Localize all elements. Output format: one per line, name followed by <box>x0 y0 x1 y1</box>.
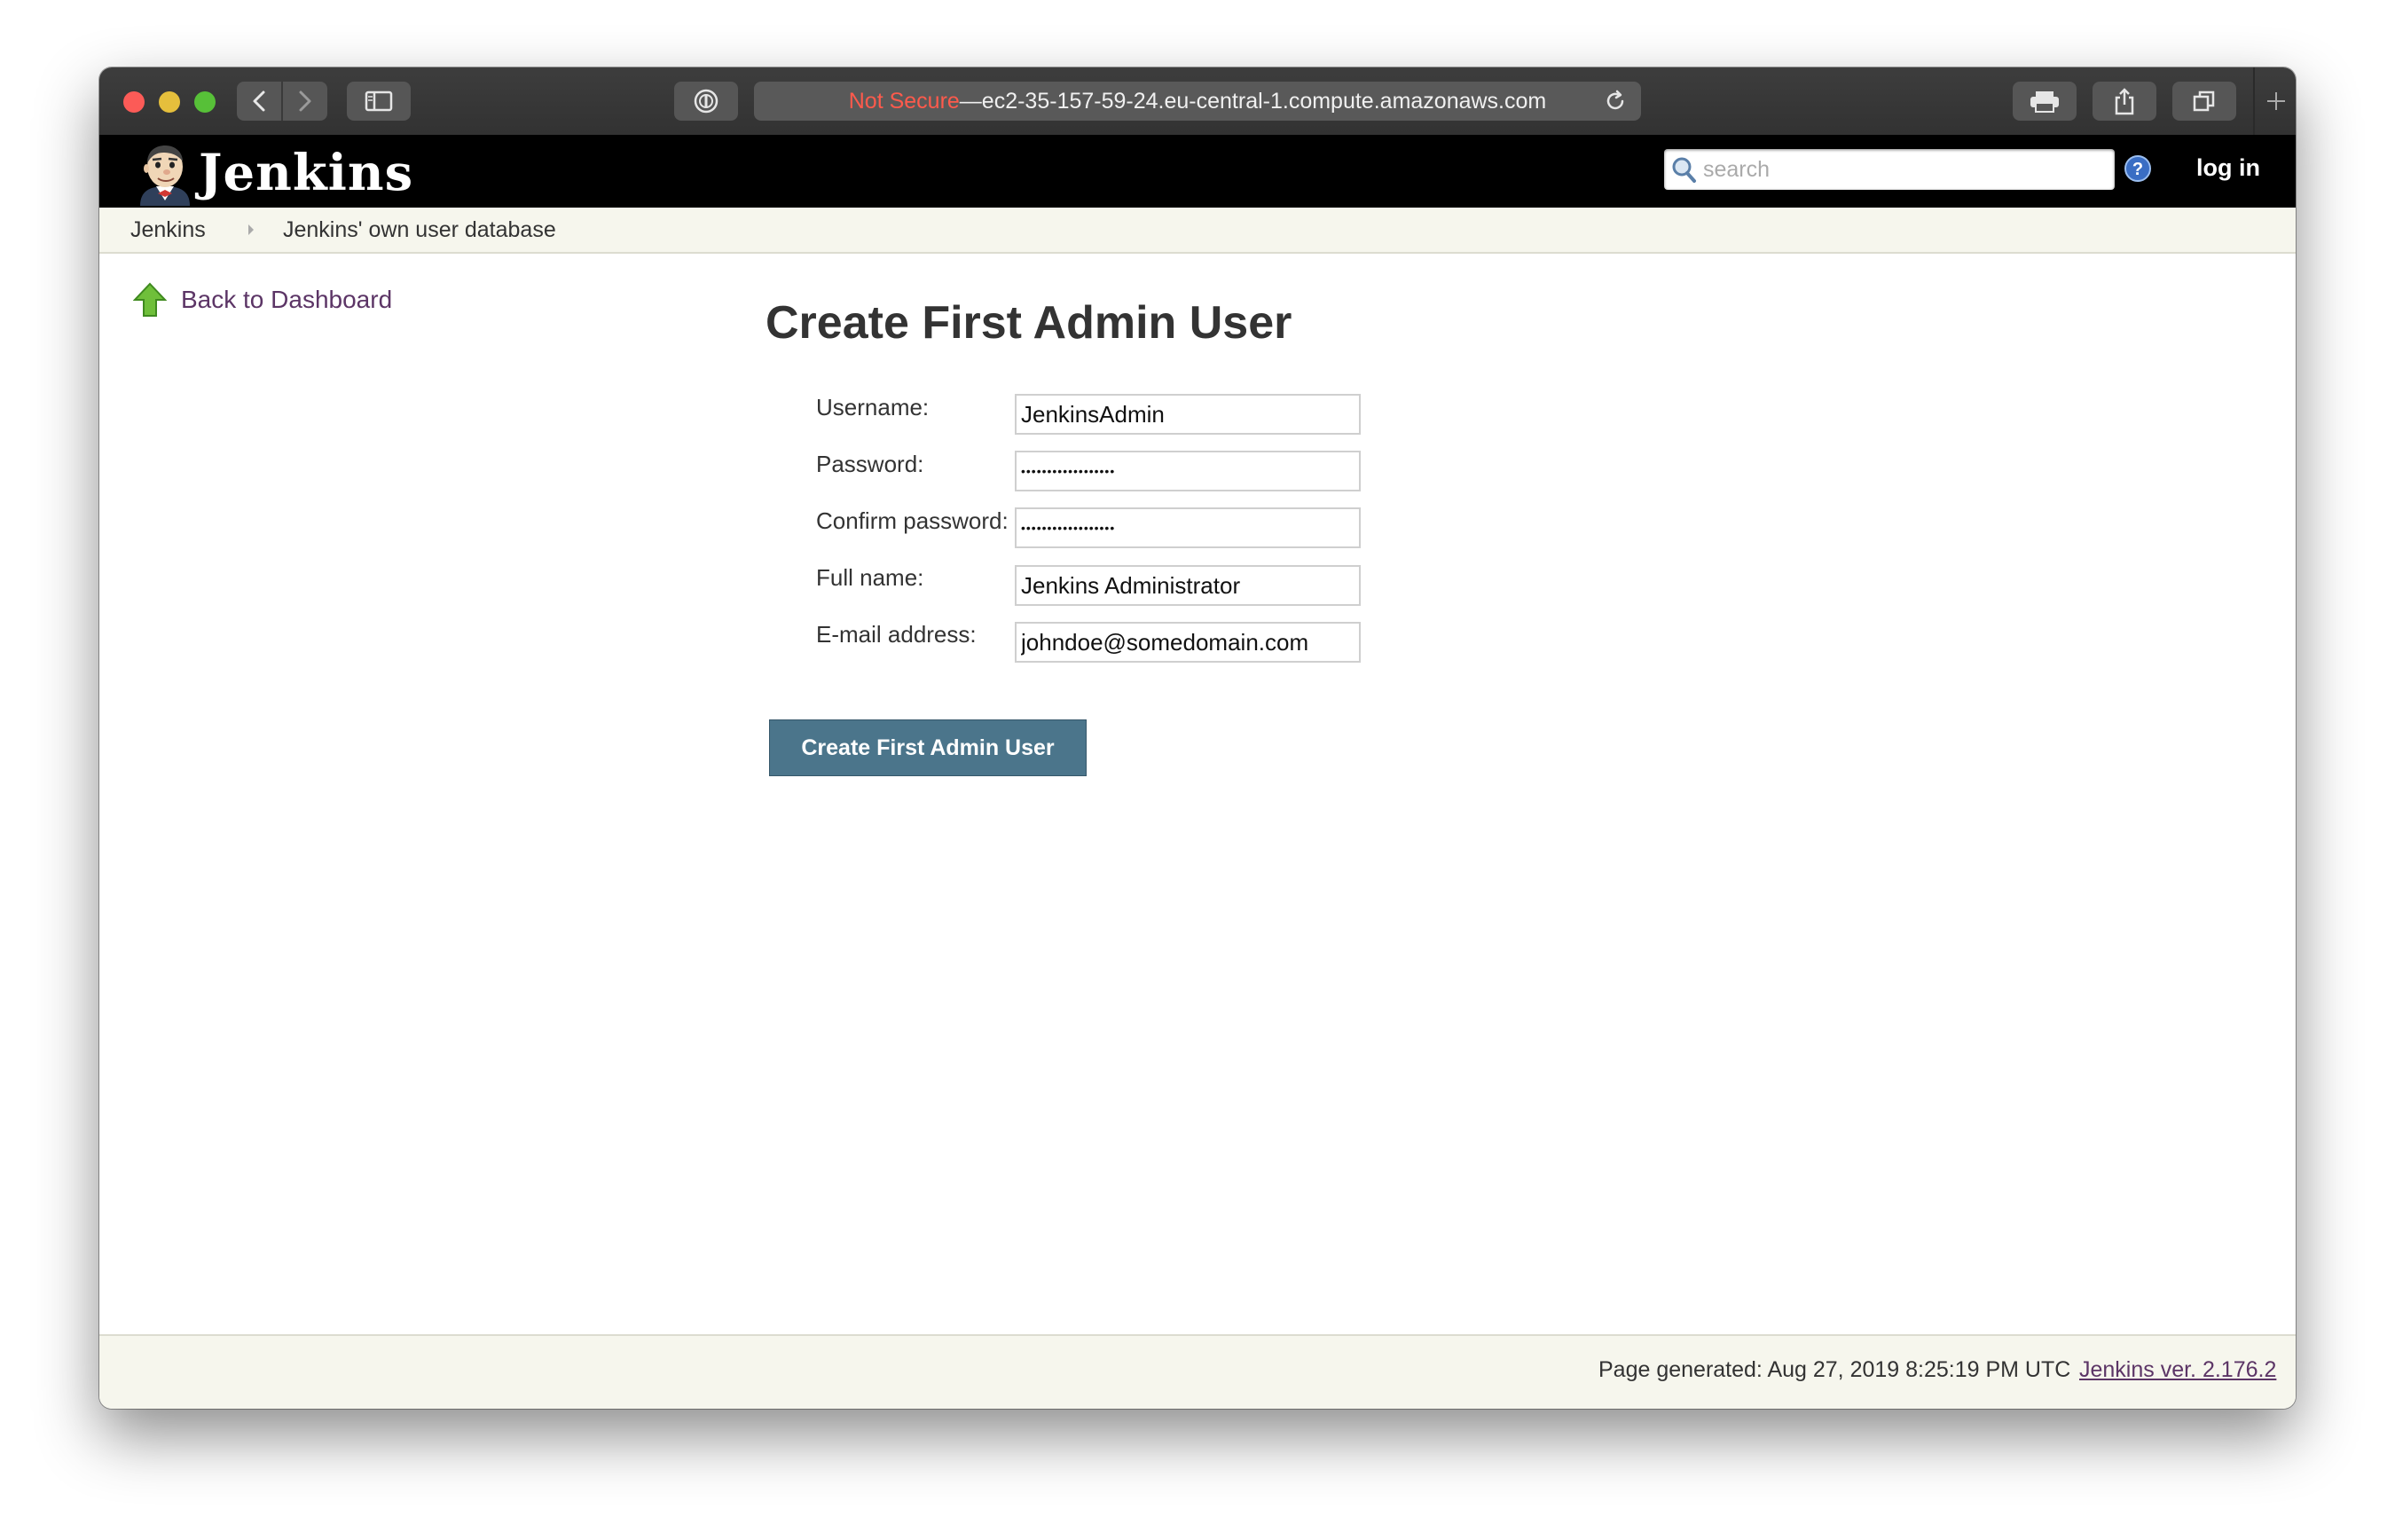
url-host: ec2-35-157-59-24.eu-central-1.compute.am… <box>981 88 1547 114</box>
back-button[interactable] <box>237 82 283 121</box>
tabs-overview-button[interactable] <box>2172 82 2236 121</box>
email-label: E-mail address: <box>816 621 977 648</box>
back-to-dashboard-label: Back to Dashboard <box>181 286 393 313</box>
login-link[interactable]: log in <box>2196 154 2260 182</box>
password-label: Password: <box>816 451 924 477</box>
fullname-label: Full name: <box>816 564 924 591</box>
help-icon[interactable]: ? <box>2124 154 2152 183</box>
search-box[interactable] <box>1664 149 2115 190</box>
back-to-dashboard-link[interactable]: Back to Dashboard <box>133 282 392 318</box>
print-button[interactable] <box>2013 82 2077 121</box>
page-title: Create First Admin User <box>766 297 1292 349</box>
history-nav <box>237 82 327 121</box>
jenkins-brand[interactable]: Jenkins <box>199 144 413 202</box>
password-input[interactable] <box>1015 451 1361 491</box>
jenkins-butler-logo <box>140 145 190 206</box>
jenkins-header: Jenkins ? log in <box>99 135 2296 208</box>
share-icon <box>2115 88 2134 115</box>
breadcrumb-arrow-icon <box>248 224 254 235</box>
browser-toolbar: Not Secure — ec2-35-157-59-24.eu-central… <box>99 67 2296 135</box>
email-input[interactable] <box>1015 622 1361 663</box>
zoom-window-dot[interactable] <box>194 91 216 113</box>
page-generated-text: Page generated: Aug 27, 2019 8:25:19 PM … <box>1598 1357 2071 1382</box>
confirm-password-label: Confirm password: <box>816 507 1009 534</box>
confirm-password-input[interactable] <box>1015 507 1361 548</box>
search-input[interactable] <box>1698 152 2115 187</box>
sidebar-toggle-button[interactable] <box>347 82 411 121</box>
address-bar[interactable]: Not Secure — ec2-35-157-59-24.eu-central… <box>754 82 1641 121</box>
page-footer: Page generated: Aug 27, 2019 8:25:19 PM … <box>99 1334 2296 1409</box>
forward-button[interactable] <box>283 82 327 121</box>
breadcrumb: Jenkins Jenkins' own user database <box>99 208 2296 254</box>
not-secure-label: Not Secure <box>848 88 960 114</box>
new-tab-plus-icon <box>2267 92 2285 110</box>
up-arrow-icon <box>133 282 167 317</box>
password-manager-icon <box>694 89 718 114</box>
close-window-dot[interactable] <box>123 91 145 113</box>
sidebar-icon <box>365 90 393 112</box>
username-label: Username: <box>816 394 930 420</box>
forward-arrow-icon <box>299 90 311 112</box>
browser-window: Not Secure — ec2-35-157-59-24.eu-central… <box>99 67 2296 1409</box>
fullname-input[interactable] <box>1015 565 1361 606</box>
svg-text:?: ? <box>2132 160 2143 179</box>
url-separator: — <box>959 88 982 114</box>
jenkins-version-link[interactable]: Jenkins ver. 2.176.2 <box>2079 1357 2276 1383</box>
reload-icon[interactable] <box>1602 88 1629 114</box>
back-arrow-icon <box>253 90 265 112</box>
breadcrumb-item-jenkins[interactable]: Jenkins <box>130 217 206 243</box>
search-icon <box>1672 157 1696 183</box>
breadcrumb-item-user-database[interactable]: Jenkins' own user database <box>283 217 556 243</box>
create-admin-user-button[interactable]: Create First Admin User <box>769 719 1087 776</box>
password-manager-button[interactable] <box>674 82 738 121</box>
minimize-window-dot[interactable] <box>159 91 180 113</box>
username-input[interactable] <box>1015 394 1361 435</box>
tabs-overview-icon <box>2193 90 2215 112</box>
print-icon <box>2030 91 2059 113</box>
new-tab-button[interactable] <box>2253 67 2296 135</box>
share-button[interactable] <box>2093 82 2156 121</box>
jenkins-logo[interactable] <box>133 142 197 206</box>
